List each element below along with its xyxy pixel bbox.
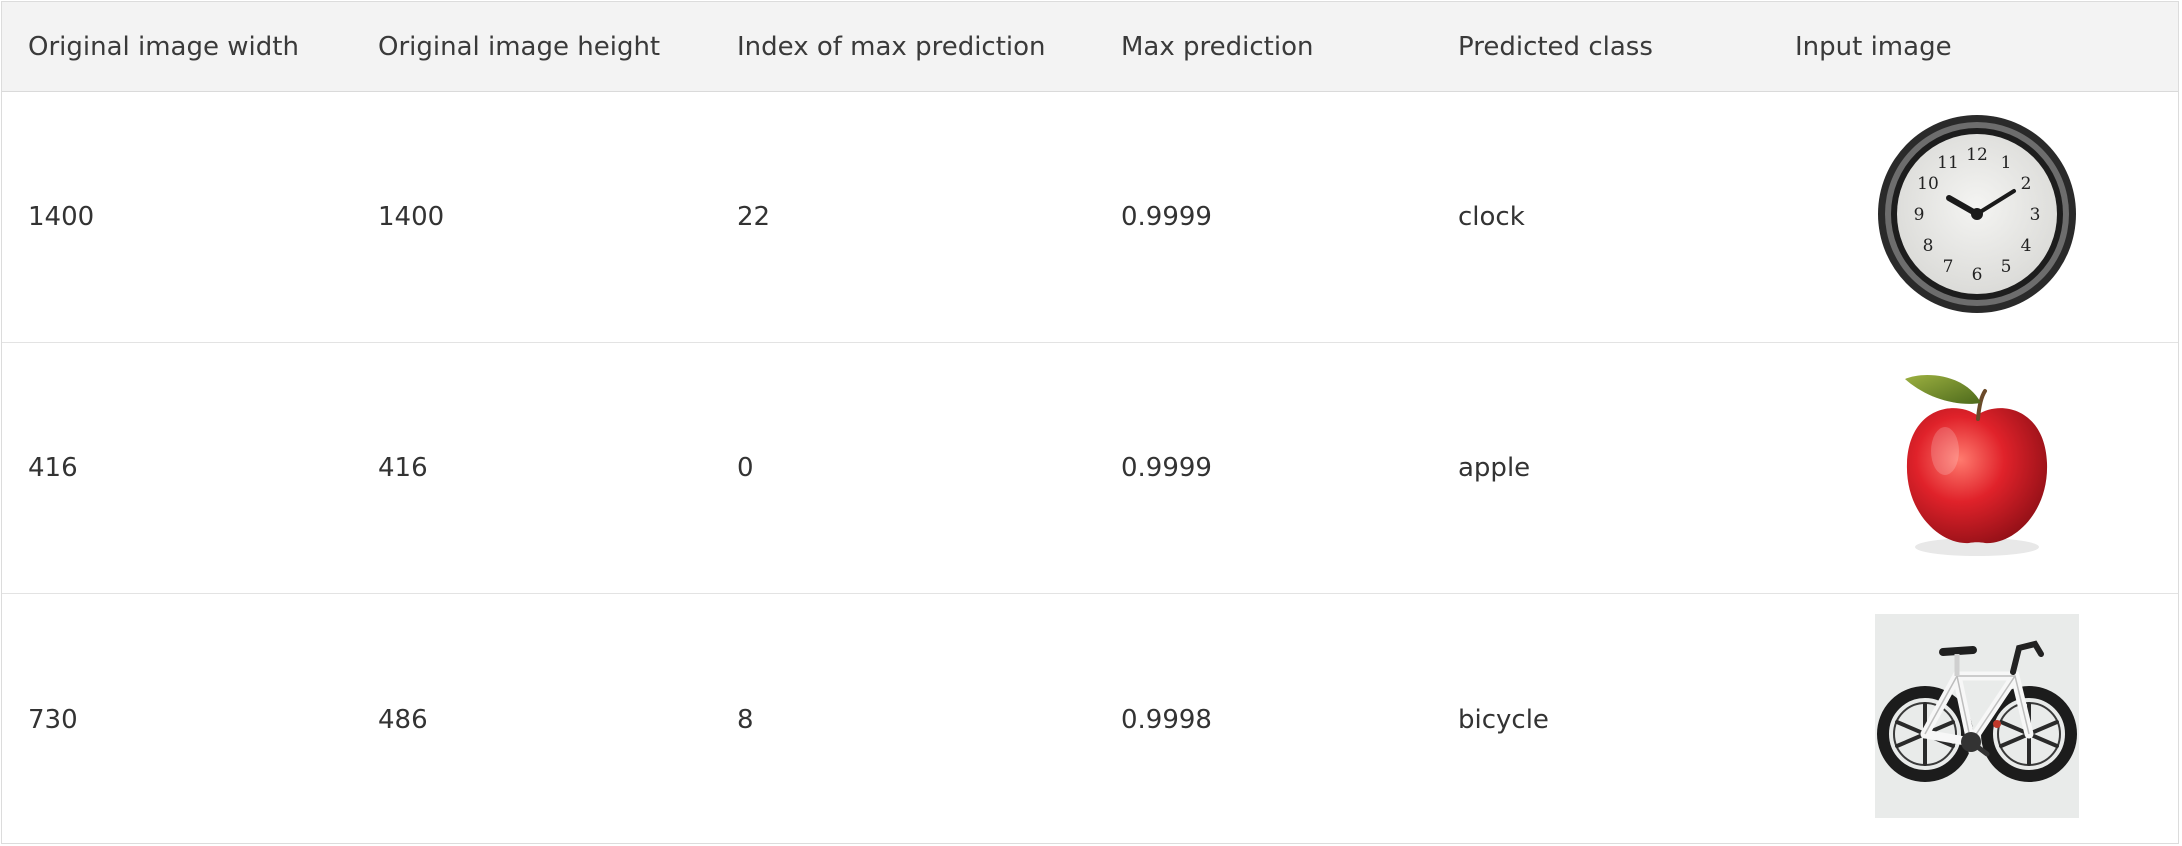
table-row: 730 486 8 0.9998 bicycle: [2, 594, 2178, 845]
svg-text:9: 9: [1914, 205, 1925, 225]
table-header-row: Original image width Original image heig…: [2, 2, 2178, 92]
apple-image: [1875, 363, 2079, 567]
cell-original-image-height: 416: [378, 453, 428, 483]
cell-original-image-width: 1400: [28, 202, 95, 232]
column-header-predicted-class: Predicted class: [1458, 31, 1653, 62]
column-header-max-prediction: Max prediction: [1121, 31, 1314, 62]
cell-index-of-max-prediction: 0: [737, 453, 754, 483]
svg-text:3: 3: [2030, 205, 2041, 225]
svg-text:8: 8: [1923, 236, 1934, 256]
svg-text:7: 7: [1943, 257, 1954, 277]
column-header-original-image-height: Original image height: [378, 31, 661, 62]
column-header-input-image: Input image: [1795, 31, 1952, 62]
svg-text:11: 11: [1937, 153, 1959, 173]
cell-max-prediction: 0.9998: [1121, 704, 1212, 735]
column-header-index-of-max-prediction: Index of max prediction: [737, 31, 1046, 62]
cell-predicted-class: apple: [1458, 453, 1531, 483]
results-table: Original image width Original image heig…: [1, 1, 2179, 844]
bicycle-image: [1875, 614, 2079, 818]
svg-text:6: 6: [1972, 265, 1983, 285]
svg-text:12: 12: [1966, 145, 1988, 165]
svg-text:2: 2: [2021, 174, 2032, 194]
table-row: 1400 1400 22 0.9999 clock 12 1 2 3 4 5 6…: [2, 92, 2178, 343]
cell-max-prediction: 0.9999: [1121, 202, 1212, 232]
cell-predicted-class: clock: [1458, 202, 1525, 232]
cell-original-image-height: 486: [378, 704, 428, 735]
svg-text:10: 10: [1917, 174, 1939, 194]
cell-original-image-width: 416: [28, 453, 78, 483]
svg-text:4: 4: [2021, 236, 2032, 256]
clock-image: 12 1 2 3 4 5 6 7 8 9 10 11: [1875, 112, 2079, 316]
svg-text:5: 5: [2001, 257, 2012, 277]
cell-original-image-width: 730: [28, 704, 78, 735]
cell-predicted-class: bicycle: [1458, 704, 1549, 735]
cell-index-of-max-prediction: 8: [737, 704, 754, 735]
column-header-original-image-width: Original image width: [28, 31, 299, 62]
cell-index-of-max-prediction: 22: [737, 202, 771, 232]
svg-text:1: 1: [2001, 153, 2012, 173]
cell-max-prediction: 0.9999: [1121, 453, 1212, 483]
cell-original-image-height: 1400: [378, 202, 445, 232]
table-row: 416 416 0 0.9999 apple: [2, 343, 2178, 594]
